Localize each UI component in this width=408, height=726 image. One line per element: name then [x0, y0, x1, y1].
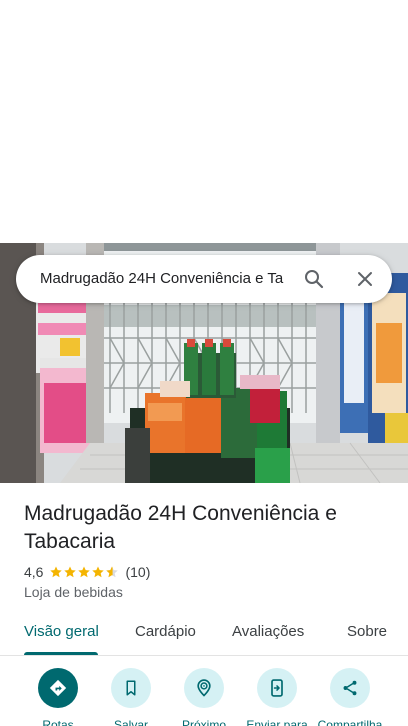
- star-icon: [64, 566, 77, 578]
- nearby-label: Próximo: [181, 718, 226, 726]
- send-to-phone-button[interactable]: Enviar para: [237, 668, 317, 726]
- bookmark-icon: [126, 680, 136, 696]
- active-tab-indicator: [24, 652, 98, 655]
- tab-reviews[interactable]: Avaliações: [232, 622, 304, 642]
- share-button[interactable]: Compartilha: [310, 668, 390, 726]
- rating-row[interactable]: 4,6 (10): [24, 563, 150, 581]
- map-area[interactable]: [0, 0, 408, 243]
- star-icon: [50, 566, 63, 578]
- search-bar[interactable]: Madrugadão 24H Conveniência e Ta: [16, 255, 392, 303]
- half-star-icon: [106, 566, 119, 578]
- star-icon: [92, 566, 105, 578]
- tab-about[interactable]: Sobre: [347, 622, 387, 642]
- tab-menu[interactable]: Cardápio: [135, 622, 196, 642]
- tab-bar: Visão geral Cardápio Avaliações Sobre: [0, 612, 408, 656]
- nearby-button[interactable]: Próximo: [164, 668, 244, 726]
- place-details-page: Madrugadão 24H Conveniência e Ta Madruga…: [0, 0, 408, 726]
- star-icon: [78, 566, 91, 578]
- place-category: Loja de bebidas: [24, 584, 123, 600]
- rating-value: 4,6: [24, 564, 44, 580]
- review-count[interactable]: (10): [125, 564, 150, 580]
- share-label: Compartilha: [317, 718, 383, 726]
- share-icon: [343, 680, 357, 696]
- save-label: Salvar: [113, 718, 148, 726]
- rating-stars: [49, 565, 119, 579]
- send-to-phone-label: Enviar para: [246, 718, 308, 726]
- nearby-icon: [197, 679, 211, 697]
- search-query-text[interactable]: Madrugadão 24H Conveniência e Ta: [40, 269, 304, 289]
- close-icon[interactable]: [353, 267, 377, 291]
- place-title: Madrugadão 24H Conveniência e Tabacaria: [24, 502, 337, 553]
- action-buttons: Rotas Salvar Próximo Enviar para Compart…: [0, 668, 408, 726]
- save-button[interactable]: Salvar: [91, 668, 171, 726]
- send-to-phone-icon: [271, 679, 283, 697]
- directions-button[interactable]: Rotas: [18, 668, 98, 726]
- tab-overview[interactable]: Visão geral: [24, 622, 99, 642]
- directions-icon: [49, 679, 67, 697]
- directions-label: Rotas: [42, 718, 74, 726]
- search-icon[interactable]: [302, 267, 326, 291]
